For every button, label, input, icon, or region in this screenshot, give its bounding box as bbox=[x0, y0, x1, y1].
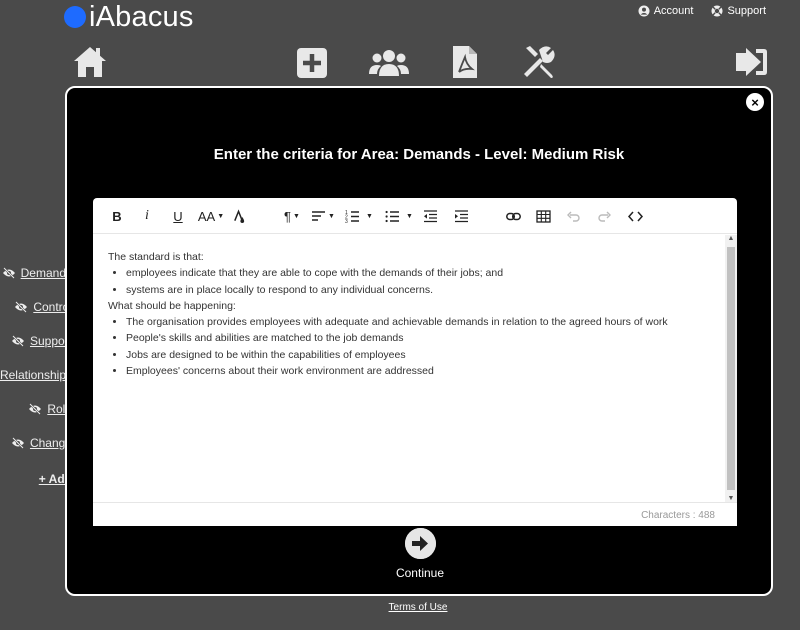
svg-text:3: 3 bbox=[345, 219, 348, 224]
arrow-right-icon bbox=[404, 528, 436, 559]
top-links: Account Support bbox=[638, 5, 766, 17]
eye-slash-icon bbox=[15, 301, 28, 313]
text-color-icon bbox=[234, 208, 245, 223]
table-button[interactable] bbox=[536, 206, 551, 226]
code-icon bbox=[627, 211, 643, 221]
sidebar-item-change[interactable]: Change bbox=[11, 436, 72, 450]
align-button[interactable]: ▼ bbox=[310, 206, 336, 226]
redo-button[interactable] bbox=[597, 206, 612, 226]
sidebar-item-relationships[interactable]: Relationships bbox=[0, 368, 72, 382]
character-count: Characters : 488 bbox=[93, 502, 737, 526]
continue-label: Continue bbox=[395, 566, 445, 580]
ordered-list-button[interactable]: 1 2 3 ▼ bbox=[344, 206, 374, 226]
undo-button[interactable] bbox=[566, 206, 581, 226]
sidebar-item-demands[interactable]: Demands bbox=[2, 266, 72, 280]
chevron-down-icon: ▼ bbox=[328, 212, 335, 220]
code-view-button[interactable] bbox=[627, 206, 643, 226]
chevron-down-icon: ▼ bbox=[406, 212, 413, 220]
indent-icon bbox=[455, 209, 468, 222]
tools-icon[interactable] bbox=[521, 44, 557, 80]
logout-icon[interactable] bbox=[734, 44, 768, 80]
undo-icon bbox=[567, 211, 580, 222]
paragraph-label: ¶ bbox=[284, 208, 292, 224]
link-icon bbox=[505, 212, 521, 220]
eye-slash-icon bbox=[2, 267, 15, 279]
eye-slash-icon bbox=[29, 403, 42, 415]
editor-toolbar: B i U AA ▼ ¶ ▼ ▼ 1 2 3 ▼ ▼ bbox=[93, 198, 737, 234]
scroll-up-arrow-icon[interactable]: ▲ bbox=[725, 235, 737, 242]
sidebar-item-control[interactable]: Control bbox=[14, 300, 72, 314]
user-circle-icon bbox=[638, 5, 650, 17]
logo-dot bbox=[64, 6, 86, 28]
bold-button[interactable]: B bbox=[110, 206, 124, 226]
pdf-icon[interactable] bbox=[451, 44, 479, 80]
italic-button[interactable]: i bbox=[141, 206, 153, 226]
list-item: systems are in place locally to respond … bbox=[126, 282, 725, 298]
font-size-label: AA bbox=[197, 208, 216, 224]
list-item: Employees' concerns about their work env… bbox=[126, 363, 725, 379]
bullet-list-icon bbox=[385, 210, 400, 222]
list-item: The organisation provides employees with… bbox=[126, 314, 725, 330]
users-icon[interactable] bbox=[368, 44, 410, 80]
sidebar-item-support[interactable]: Support bbox=[11, 334, 72, 348]
outdent-button[interactable] bbox=[423, 206, 438, 226]
close-button[interactable]: × bbox=[746, 93, 764, 111]
home-icon[interactable] bbox=[72, 44, 108, 80]
paragraph-format-button[interactable]: ¶ ▼ bbox=[281, 206, 303, 226]
sidebar-item-label: Relationships bbox=[0, 368, 72, 382]
redo-icon bbox=[598, 211, 611, 222]
chevron-down-icon: ▼ bbox=[366, 212, 373, 220]
account-link[interactable]: Account bbox=[638, 5, 694, 17]
editor-content[interactable]: The standard is that: employees indicate… bbox=[93, 235, 725, 502]
list-item: People's skills and abilities are matche… bbox=[126, 330, 725, 346]
underline-button[interactable]: U bbox=[171, 206, 185, 226]
editor-scrollbar[interactable]: ▲ ▼ bbox=[725, 235, 737, 502]
support-label: Support bbox=[727, 5, 766, 17]
ordered-list-icon: 123 bbox=[345, 210, 360, 224]
text-color-button[interactable] bbox=[232, 206, 246, 226]
criteria-modal: × Enter the criteria for Area: Demands -… bbox=[65, 86, 773, 596]
link-button[interactable] bbox=[505, 206, 521, 226]
outdent-icon bbox=[424, 209, 437, 222]
logo-text: iAbacus bbox=[89, 0, 194, 33]
section-heading: What should be happening: bbox=[108, 299, 236, 312]
chevron-down-icon: ▼ bbox=[293, 212, 300, 220]
lifebuoy-icon bbox=[711, 5, 723, 17]
terms-of-use-link[interactable]: Terms of Use bbox=[0, 602, 800, 613]
eye-slash-icon bbox=[11, 437, 24, 449]
app-logo[interactable]: iAbacus bbox=[64, 0, 194, 34]
align-left-icon bbox=[312, 210, 326, 221]
standard-list: employees indicate that they are able to… bbox=[108, 265, 725, 298]
indent-button[interactable] bbox=[454, 206, 469, 226]
list-item: Jobs are designed to be within the capab… bbox=[126, 347, 725, 363]
add-icon[interactable] bbox=[296, 44, 328, 80]
table-icon bbox=[536, 209, 551, 223]
chevron-down-icon: ▼ bbox=[217, 212, 225, 220]
support-link[interactable]: Support bbox=[711, 5, 766, 17]
eye-slash-icon bbox=[11, 335, 24, 347]
intro-text: The standard is that: bbox=[108, 251, 204, 263]
unordered-list-button[interactable]: ▼ bbox=[384, 206, 414, 226]
account-label: Account bbox=[653, 5, 694, 17]
scrollbar-thumb[interactable] bbox=[727, 247, 735, 490]
rich-text-editor: B i U AA ▼ ¶ ▼ ▼ 1 2 3 ▼ ▼ The standard … bbox=[93, 198, 737, 526]
list-item: employees indicate that they are able to… bbox=[126, 265, 725, 281]
font-size-button[interactable]: AA ▼ bbox=[197, 206, 225, 226]
scroll-down-arrow-icon[interactable]: ▼ bbox=[725, 495, 737, 502]
modal-title: Enter the criteria for Area: Demands - L… bbox=[213, 146, 625, 163]
happening-list: The organisation provides employees with… bbox=[108, 314, 725, 379]
continue-button[interactable]: Continue bbox=[385, 528, 455, 580]
